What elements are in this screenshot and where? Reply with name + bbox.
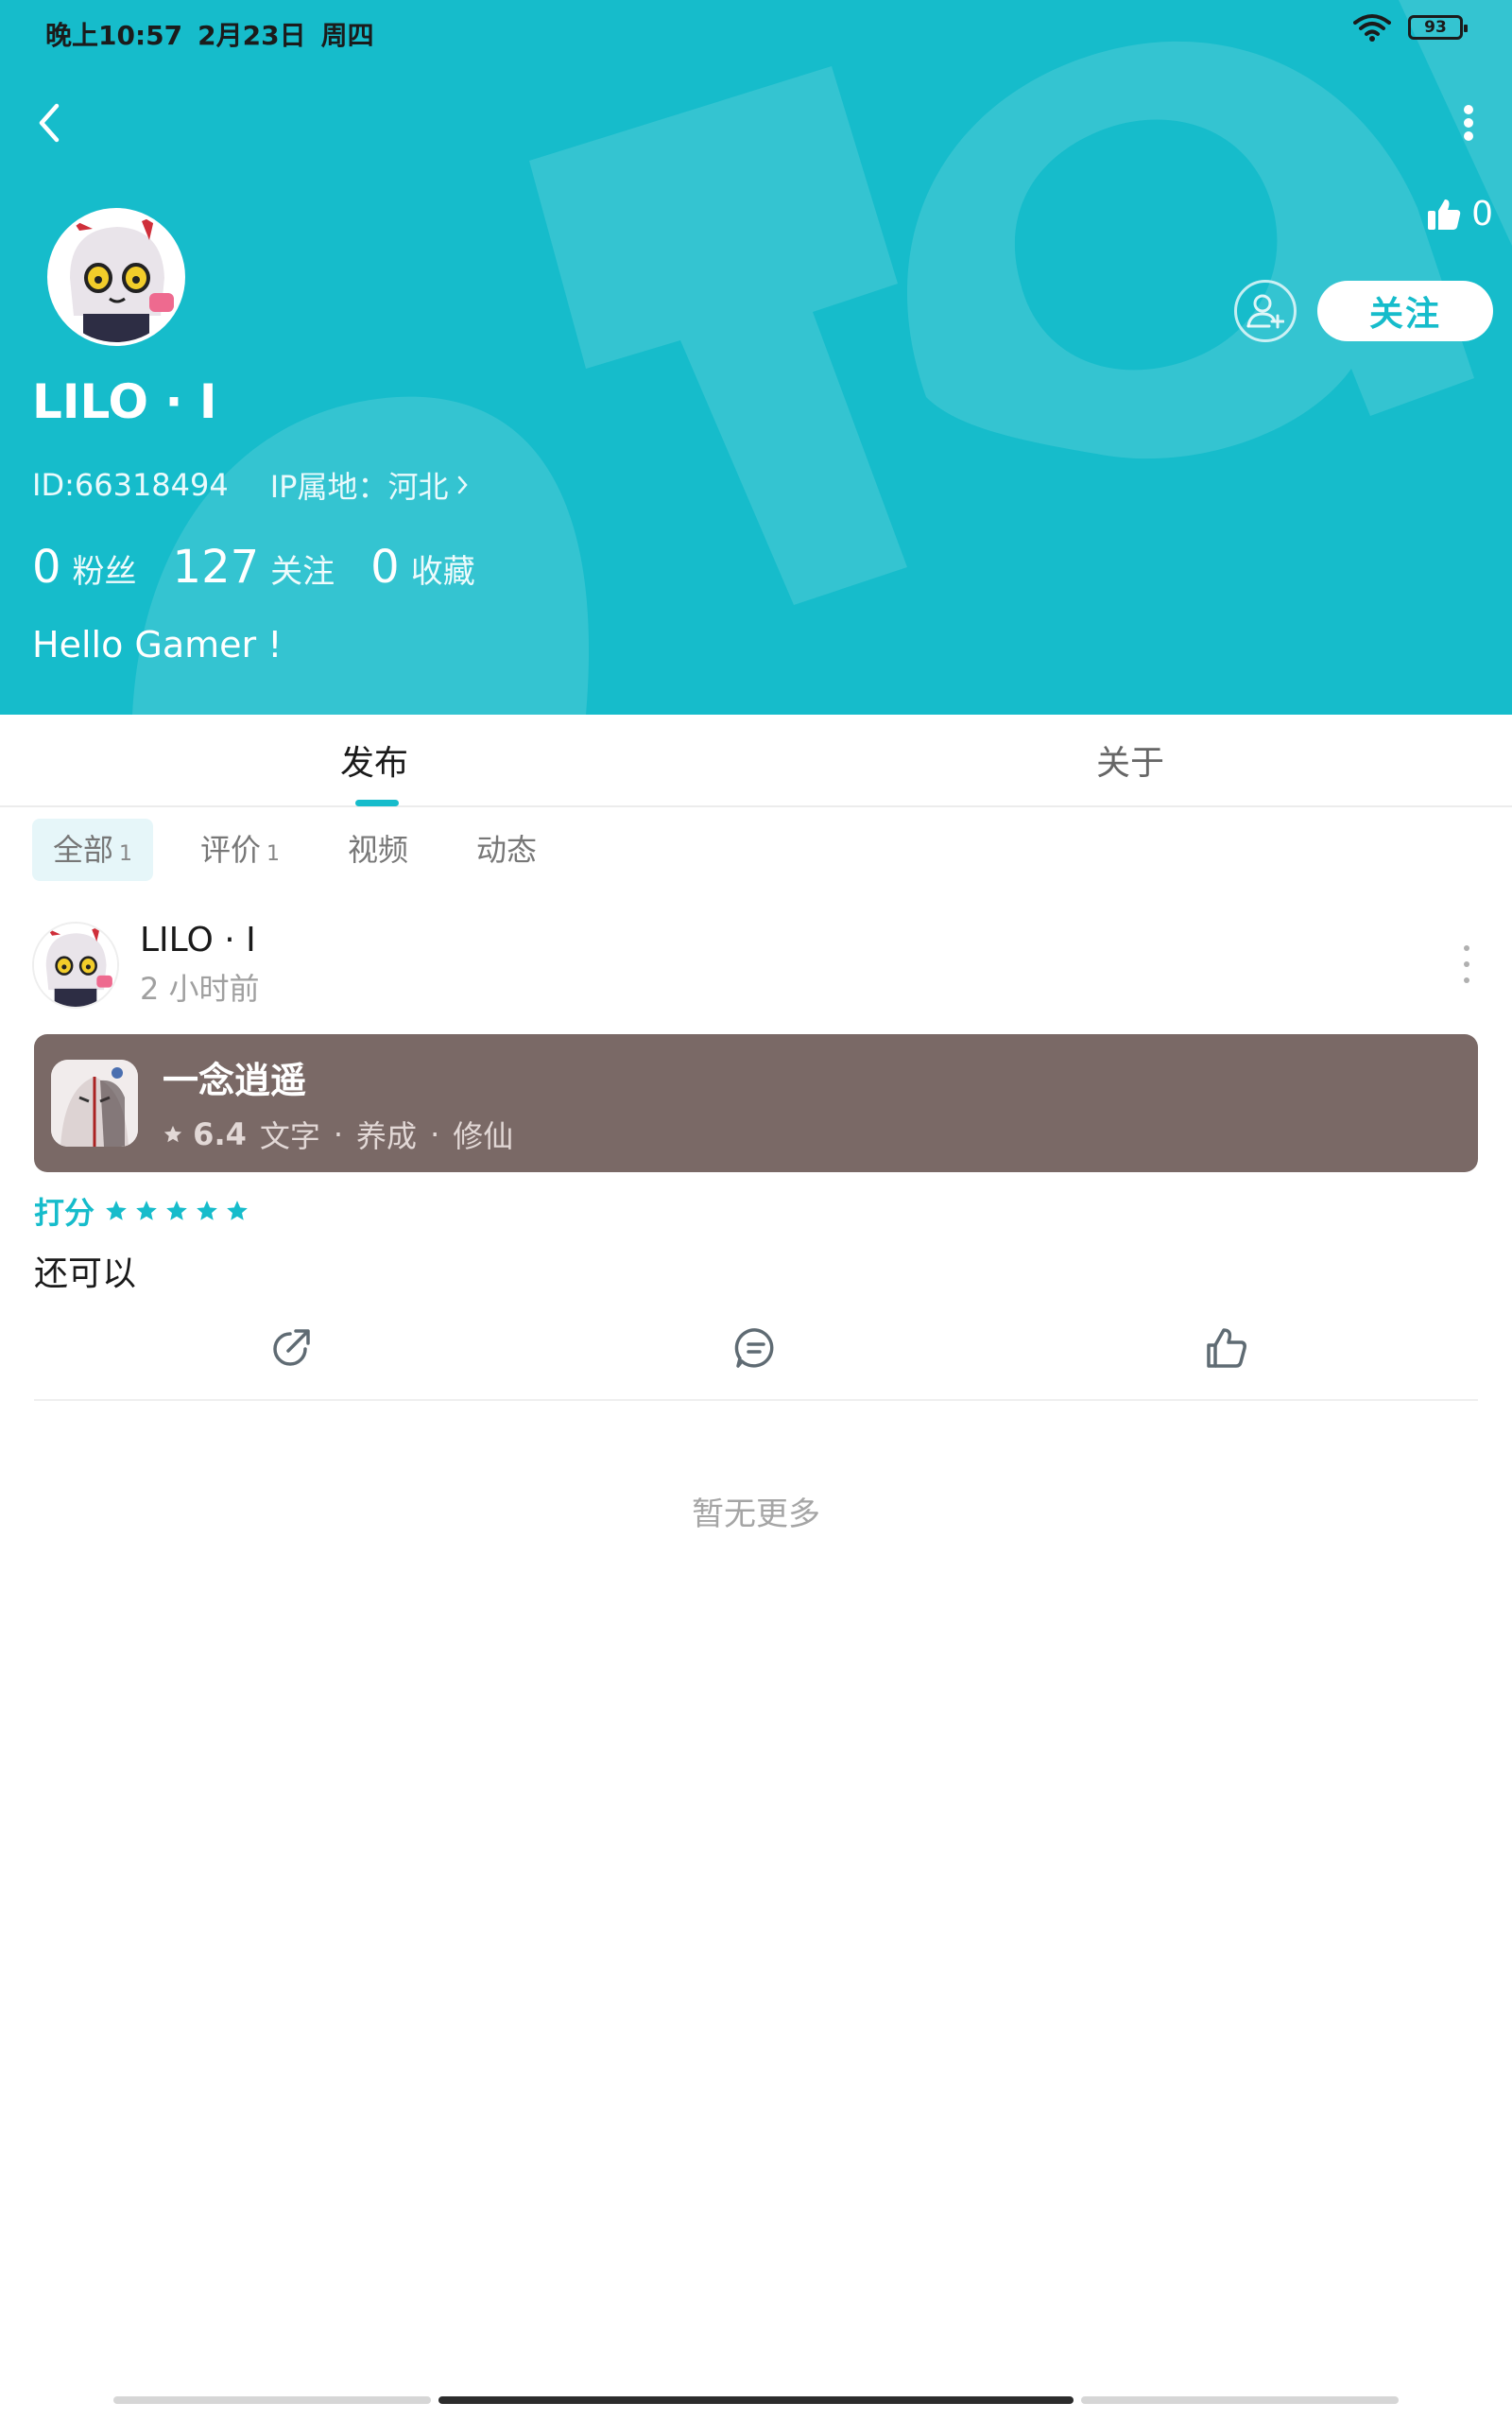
post-avatar[interactable] [32, 921, 119, 1009]
stat-favorites-value: 0 [370, 541, 400, 594]
filter-reviews-label: 评价 [200, 832, 262, 868]
gesture-handle[interactable] [438, 2396, 1074, 2404]
rating-star-icon [106, 1201, 127, 1220]
rating-star-icon [166, 1201, 187, 1220]
no-more-text: 暂无更多 [692, 1495, 820, 1533]
filter-all[interactable]: 全部 1 [32, 819, 154, 881]
thumbs-up-icon [1207, 1328, 1246, 1368]
stat-fans-label: 粉丝 [72, 553, 137, 591]
filter-reviews-count: 1 [266, 842, 281, 866]
tab-indicator [355, 800, 399, 806]
follow-button[interactable]: 关注 [1317, 281, 1493, 341]
stat-favorites[interactable]: 0 收藏 [370, 541, 475, 594]
profile-bio: Hello Gamer ! [32, 624, 283, 666]
more-vertical-icon [1464, 105, 1473, 141]
watermark-logo [132, 0, 1512, 715]
dot [1464, 961, 1469, 967]
filter-all-label: 全部 [53, 832, 114, 868]
likes-value: 0 [1471, 195, 1493, 233]
stat-following-value: 127 [172, 541, 260, 594]
game-title: 一念逍遥 [163, 1059, 307, 1101]
nav-bar-right-segment [1081, 2396, 1399, 2404]
dot [1464, 945, 1469, 951]
separator: · [430, 1115, 440, 1152]
profile-meta: ID:66318494 IP属地：河北 [32, 463, 469, 507]
game-cover-image [51, 1060, 138, 1147]
review-text: 还可以 [34, 1254, 137, 1293]
tab-posts[interactable]: 发布 [340, 735, 408, 785]
post-author[interactable]: LILO · I [140, 921, 260, 959]
battery-icon: 93 [1408, 15, 1468, 40]
ip-location-link[interactable]: IP属地：河北 [270, 463, 470, 507]
ip-location: IP属地：河北 [269, 469, 449, 505]
post-header: LILO · I 2 小时前 [32, 921, 260, 1009]
status-bar: 晚上10:57 2月23日 周四 [45, 11, 374, 57]
comment-button[interactable] [728, 1320, 784, 1376]
game-tag: 养成 [356, 1117, 418, 1154]
status-indicators: 93 [1353, 13, 1468, 42]
dot [1464, 977, 1469, 983]
filter-all-count: 1 [119, 842, 133, 866]
avatar-image [34, 923, 117, 1007]
profile-header: 晚上10:57 2月23日 周四 93 0 关注 LILO · I ID:663… [0, 0, 1512, 715]
filter-moments-label: 动态 [476, 832, 538, 868]
add-user-icon [1246, 294, 1284, 329]
game-tag: 文字 [259, 1117, 320, 1154]
tab-about[interactable]: 关于 [1096, 735, 1164, 785]
battery-level: 93 [1424, 18, 1447, 37]
share-icon [273, 1329, 310, 1366]
game-tag: 修仙 [453, 1117, 514, 1154]
status-date: 2月23日 [198, 20, 306, 51]
main-tabs: 发布 关于 [0, 715, 1512, 807]
nav-bar-left-segment [113, 2396, 431, 2404]
game-info: 一念逍遥 6.4 文字 · 养成 · 修仙 [163, 1051, 513, 1156]
game-icon [51, 1060, 138, 1147]
rating-star-icon [136, 1201, 157, 1220]
comment-icon [734, 1328, 774, 1368]
rating-row: 打分 [34, 1189, 249, 1233]
filter-chips: 全部 1 评价 1 视频 动态 [32, 819, 558, 881]
filter-videos-label: 视频 [348, 832, 409, 868]
game-card[interactable]: 一念逍遥 6.4 文字 · 养成 · 修仙 [34, 1034, 1478, 1172]
profile-stats: 0 粉丝 127 关注 0 收藏 [32, 541, 475, 594]
status-time: 晚上10:57 [45, 20, 183, 51]
status-weekday: 周四 [320, 20, 374, 51]
game-score-group: 6.4 [163, 1116, 247, 1152]
avatar[interactable] [47, 208, 185, 346]
stat-fans-value: 0 [32, 541, 61, 594]
filter-reviews[interactable]: 评价 1 [180, 819, 301, 881]
profile-username: LILO · I [32, 374, 217, 429]
stat-following-label: 关注 [270, 553, 335, 591]
rating-stars [104, 1199, 249, 1223]
profile-like-count[interactable]: 0 [1426, 195, 1493, 233]
rating-star-icon [227, 1201, 248, 1220]
post-time: 2 小时前 [140, 971, 260, 1007]
stat-favorites-label: 收藏 [410, 553, 475, 591]
stat-fans[interactable]: 0 粉丝 [32, 541, 137, 594]
add-friend-button[interactable] [1234, 280, 1297, 342]
back-button[interactable] [25, 95, 74, 151]
star-icon [163, 1125, 182, 1142]
game-meta: 6.4 文字 · 养成 · 修仙 [163, 1113, 513, 1156]
post-author-block: LILO · I 2 小时前 [140, 921, 260, 1009]
stat-following[interactable]: 127 关注 [173, 541, 335, 594]
rating-label: 打分 [34, 1195, 95, 1231]
post-actions [34, 1316, 1478, 1401]
thumbs-up-icon [1428, 199, 1461, 230]
chevron-right-icon [458, 475, 469, 494]
avatar-image [51, 212, 181, 342]
rating-star-icon [197, 1201, 217, 1220]
share-button[interactable] [263, 1320, 319, 1376]
game-score: 6.4 [193, 1115, 247, 1152]
filter-moments[interactable]: 动态 [455, 819, 558, 881]
wifi-icon [1353, 14, 1391, 42]
user-id: ID:66318494 [32, 467, 229, 503]
more-options-button[interactable] [1448, 95, 1489, 151]
chevron-left-icon [39, 103, 60, 143]
separator: · [333, 1115, 344, 1152]
filter-videos[interactable]: 视频 [327, 819, 429, 881]
post-more-button[interactable] [1457, 945, 1476, 983]
like-button[interactable] [1198, 1320, 1255, 1376]
